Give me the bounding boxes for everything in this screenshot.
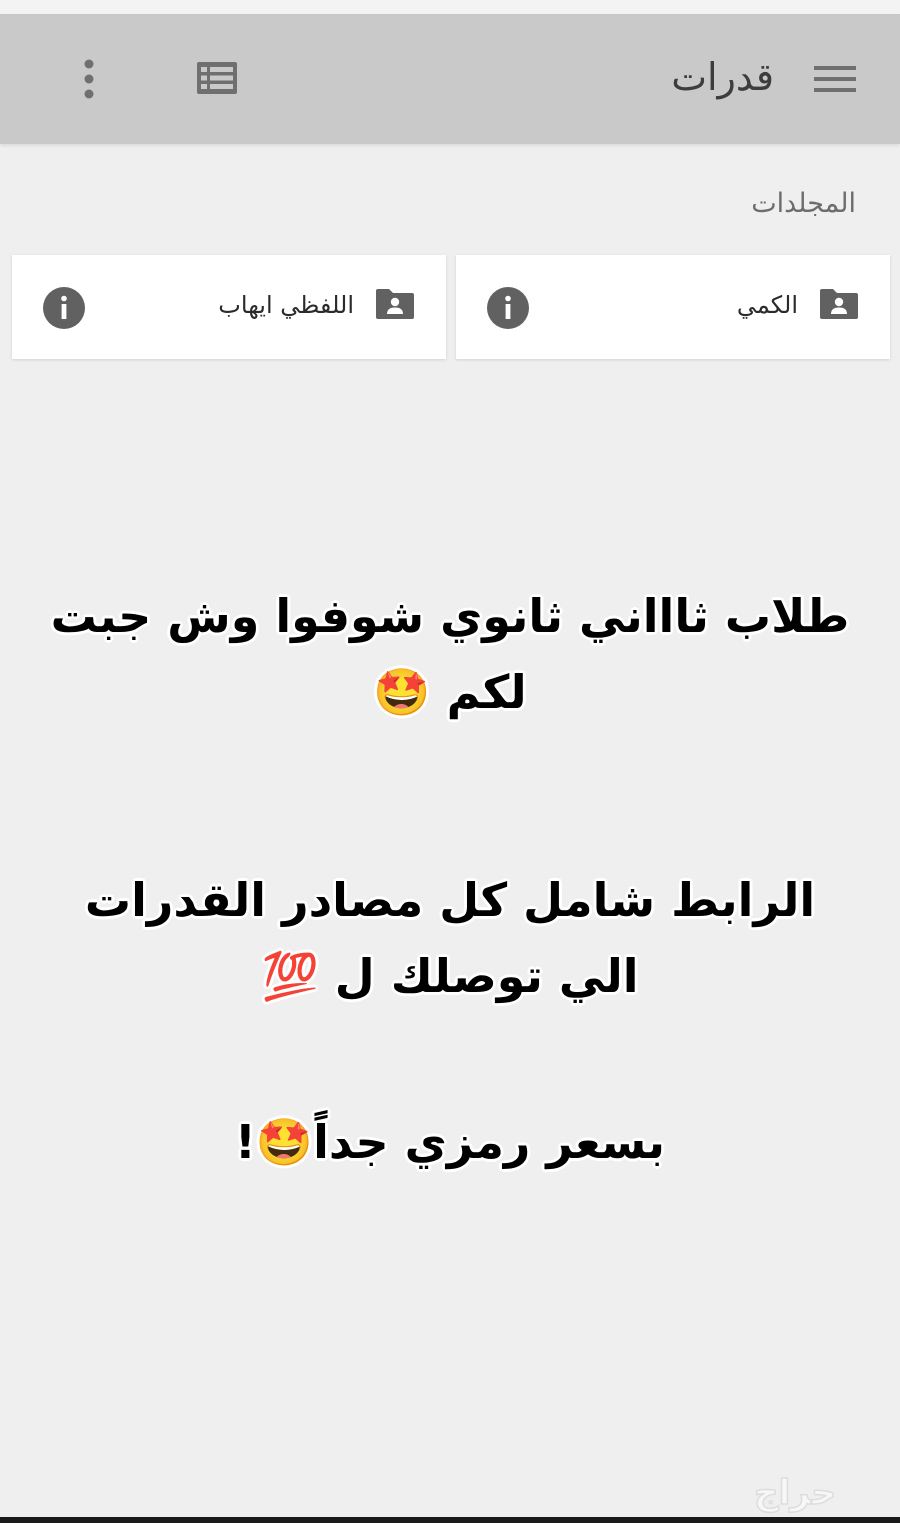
app-title: قدرات (671, 55, 774, 99)
hamburger-menu-icon[interactable] (812, 62, 858, 96)
info-icon[interactable] (486, 286, 530, 330)
shared-folder-icon (820, 289, 858, 319)
app-bar: قدرات (0, 14, 900, 144)
overlay-text-price: بسعر رمزي جداً🤩! (234, 1115, 666, 1169)
folder-name: اللفظي ايهاب (218, 291, 354, 319)
folders-section-label: المجلدات (751, 188, 856, 219)
folder-name: الكمي (736, 291, 798, 319)
folder-card-quantitative[interactable]: الكمي (456, 255, 890, 359)
overlay-text-description: الرابط شامل كل مصادر القدرات الي توصلك ل… (84, 873, 816, 1003)
info-icon[interactable] (42, 286, 86, 330)
list-view-icon[interactable] (194, 59, 240, 97)
bottom-edge (0, 1517, 900, 1523)
more-options-icon[interactable] (78, 58, 100, 102)
haraj-watermark-logo: حراج (753, 1472, 836, 1514)
status-strip (0, 0, 900, 14)
shared-folder-icon (376, 289, 414, 319)
svg-text:حراج: حراج (754, 1473, 836, 1513)
overlay-text-headline: طلاب ثاااني ثانوي شوفوا وش جبت لكم 🤩 (50, 589, 850, 719)
folder-card-verbal[interactable]: اللفظي ايهاب (12, 255, 446, 359)
